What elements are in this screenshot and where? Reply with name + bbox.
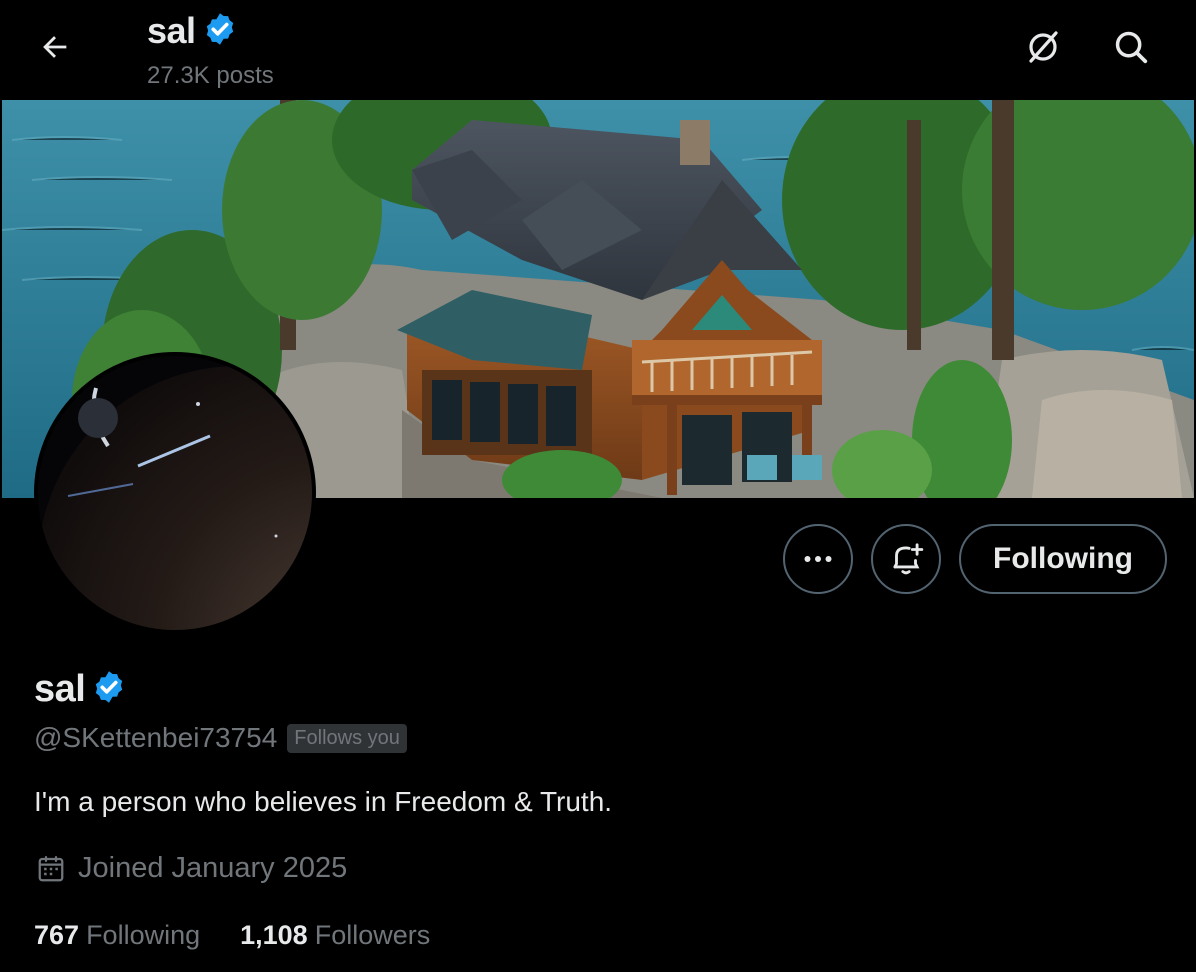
profile-name: sal [34, 668, 86, 710]
posts-count: 27.3K posts [147, 62, 274, 89]
header-title: sal [147, 10, 238, 52]
more-icon [804, 556, 832, 562]
top-bar: sal 27.3K posts [0, 0, 1196, 100]
follow-stats: 767 Following 1,108 Followers [34, 920, 430, 951]
profile-handle: @SKettenbei73754 [34, 722, 278, 753]
following-count: 767 [34, 920, 80, 950]
follows-you-badge: Follows you [287, 723, 407, 753]
handle-row: @SKettenbei73754 Follows you [34, 722, 407, 754]
following-stat-link[interactable]: 767 Following [34, 920, 200, 951]
search-icon [1115, 31, 1148, 64]
notify-bell-icon [893, 543, 924, 575]
joined-row: Joined January 2025 [36, 852, 347, 885]
verified-badge-icon [91, 669, 127, 710]
avatar-image [38, 356, 312, 630]
back-arrow-icon [43, 36, 67, 58]
search-button[interactable] [1106, 22, 1156, 72]
profile-name-row: sal [34, 668, 127, 711]
grok-icon [1029, 31, 1058, 63]
followers-stat-link[interactable]: 1,108 Followers [240, 920, 430, 951]
followers-count: 1,108 [240, 920, 308, 950]
followers-label: Followers [314, 920, 431, 950]
profile-avatar[interactable] [34, 352, 316, 634]
calendar-icon [38, 855, 64, 881]
header-name: sal [147, 10, 196, 51]
grok-button[interactable] [1018, 22, 1068, 72]
notify-button[interactable] [871, 524, 941, 594]
following-label: Following [86, 920, 201, 950]
profile-bio: I'm a person who believes in Freedom & T… [34, 786, 613, 817]
back-button[interactable] [30, 22, 80, 72]
following-button[interactable]: Following [959, 524, 1167, 594]
joined-date: Joined January 2025 [78, 852, 348, 884]
verified-badge-icon [202, 11, 238, 52]
more-options-button[interactable] [783, 524, 853, 594]
